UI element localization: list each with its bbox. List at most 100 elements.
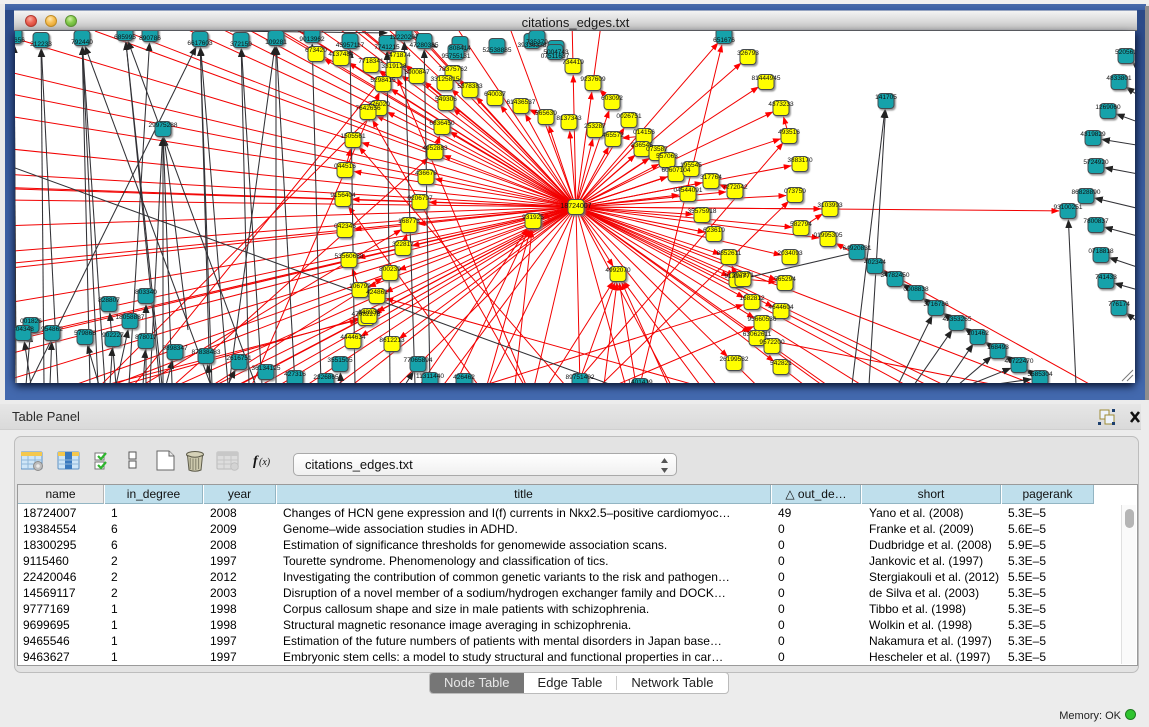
svg-text:9898347: 9898347	[162, 345, 188, 352]
svg-text:212233: 212233	[30, 41, 52, 48]
svg-text:4319829: 4319829	[1080, 131, 1106, 138]
svg-text:9013962: 9013962	[299, 36, 325, 43]
svg-text:12220297: 12220297	[390, 34, 419, 41]
svg-text:734419: 734419	[562, 59, 584, 66]
svg-text:9572200: 9572200	[759, 339, 785, 346]
svg-text:01995305: 01995305	[814, 232, 843, 239]
svg-text:322817: 322817	[392, 241, 414, 248]
svg-text:4373233: 4373233	[768, 101, 794, 108]
svg-text:2616751: 2616751	[226, 355, 252, 362]
svg-text:40722470: 40722470	[1005, 358, 1034, 365]
svg-text:673420: 673420	[305, 47, 327, 54]
svg-text:9156404: 9156404	[330, 192, 356, 199]
svg-text:8612213: 8612213	[379, 337, 405, 344]
svg-text:93100251: 93100251	[1054, 204, 1083, 211]
svg-text:3900847: 3900847	[404, 69, 430, 76]
svg-text:9237609: 9237609	[580, 76, 606, 83]
svg-text:5298415: 5298415	[370, 77, 396, 84]
svg-text:5378383: 5378383	[457, 83, 483, 90]
svg-text:436676: 436676	[415, 170, 437, 177]
svg-text:4444634: 4444634	[340, 334, 366, 341]
svg-text:81444945: 81444945	[752, 75, 781, 82]
svg-text:014156: 014156	[633, 129, 655, 136]
svg-text:34782450: 34782450	[881, 272, 910, 279]
svg-text:201462: 201462	[967, 330, 989, 337]
svg-text:(x): (x)	[259, 457, 271, 468]
svg-text:878017: 878017	[135, 334, 157, 341]
svg-text:0026751: 0026751	[616, 113, 642, 120]
svg-text:427316: 427316	[284, 371, 306, 378]
svg-text:63062611: 63062611	[743, 331, 772, 338]
svg-text:565294: 565294	[774, 276, 796, 283]
svg-text:148936: 148936	[358, 309, 380, 316]
svg-text:253287: 253287	[584, 123, 606, 130]
svg-text:565630: 565630	[535, 110, 557, 117]
svg-text:582794: 582794	[790, 221, 812, 228]
svg-text:3319128: 3319128	[381, 63, 407, 70]
svg-text:18058887: 18058887	[116, 314, 145, 321]
svg-text:493516: 493516	[778, 129, 800, 136]
svg-text:307871: 307871	[732, 272, 754, 279]
svg-text:6836450: 6836450	[429, 120, 455, 127]
svg-text:603092: 603092	[601, 95, 623, 102]
svg-text:1269060: 1269060	[1095, 104, 1121, 111]
svg-text:4952883: 4952883	[422, 145, 448, 152]
svg-text:195545: 195545	[680, 162, 702, 169]
svg-text:3716786: 3716786	[923, 301, 949, 308]
svg-text:6617603: 6617603	[187, 40, 213, 47]
svg-text:95755131: 95755131	[442, 53, 471, 60]
svg-text:954862: 954862	[41, 326, 63, 333]
svg-text:326793: 326793	[737, 50, 759, 57]
svg-text:684656: 684656	[15, 37, 25, 44]
svg-text:803340: 803340	[135, 289, 157, 296]
svg-text:7718341: 7718341	[358, 58, 384, 65]
svg-text:89751402: 89751402	[566, 374, 595, 381]
svg-text:5724920: 5724920	[1083, 159, 1109, 166]
svg-text:808414: 808414	[449, 45, 471, 52]
svg-text:86828890: 86828890	[1072, 189, 1101, 196]
svg-text:7272042: 7272042	[722, 184, 748, 191]
svg-text:073750: 073750	[784, 188, 806, 195]
svg-text:7642656: 7642656	[355, 105, 381, 112]
svg-text:579868: 579868	[74, 330, 96, 337]
svg-text:95660536: 95660536	[748, 316, 777, 323]
svg-text:741433: 741433	[1095, 274, 1117, 281]
svg-text:4644604: 4644604	[768, 304, 794, 311]
svg-text:26199582: 26199582	[720, 356, 749, 363]
svg-text:5585304: 5585304	[1027, 371, 1053, 378]
svg-text:53560688: 53560688	[335, 253, 364, 260]
svg-text:902227: 902227	[102, 332, 124, 339]
svg-text:372159: 372159	[230, 41, 252, 48]
svg-text:8137343: 8137343	[556, 115, 582, 122]
svg-text:36134125: 36134125	[252, 365, 281, 372]
svg-text:828807: 828807	[98, 297, 120, 304]
svg-text:557063: 557063	[656, 153, 678, 160]
svg-text:001826: 001826	[20, 318, 42, 325]
svg-text:87838483: 87838483	[192, 349, 221, 356]
svg-text:465572: 465572	[602, 132, 624, 139]
svg-text:141705: 141705	[875, 94, 897, 101]
svg-text:2034093: 2034093	[777, 250, 803, 257]
svg-text:7800837: 7800837	[1083, 218, 1109, 225]
svg-text:044516: 044516	[334, 163, 356, 170]
svg-text:735379: 735379	[526, 39, 548, 46]
svg-text:3551505: 3551505	[327, 357, 353, 364]
svg-text:426462: 426462	[453, 374, 475, 381]
svg-text:4992070: 4992070	[605, 267, 631, 274]
svg-text:43353265: 43353265	[943, 316, 972, 323]
svg-text:0008838: 0008838	[903, 286, 929, 293]
svg-text:7741215: 7741215	[374, 44, 400, 51]
svg-text:04544091: 04544091	[674, 187, 703, 194]
svg-text:424861: 424861	[366, 289, 388, 296]
svg-text:4137484: 4137484	[328, 51, 354, 58]
svg-text:78375762: 78375762	[439, 66, 468, 73]
svg-text:520561: 520561	[1115, 49, 1135, 56]
svg-text:542821: 542821	[770, 360, 792, 367]
svg-text:304348: 304348	[15, 326, 34, 333]
svg-text:931925: 931925	[522, 214, 544, 221]
svg-text:168493: 168493	[987, 344, 1009, 351]
svg-text:651676: 651676	[713, 37, 735, 44]
svg-text:800239: 800239	[379, 266, 401, 273]
svg-text:402344: 402344	[864, 259, 886, 266]
svg-text:61436537: 61436537	[507, 99, 536, 106]
